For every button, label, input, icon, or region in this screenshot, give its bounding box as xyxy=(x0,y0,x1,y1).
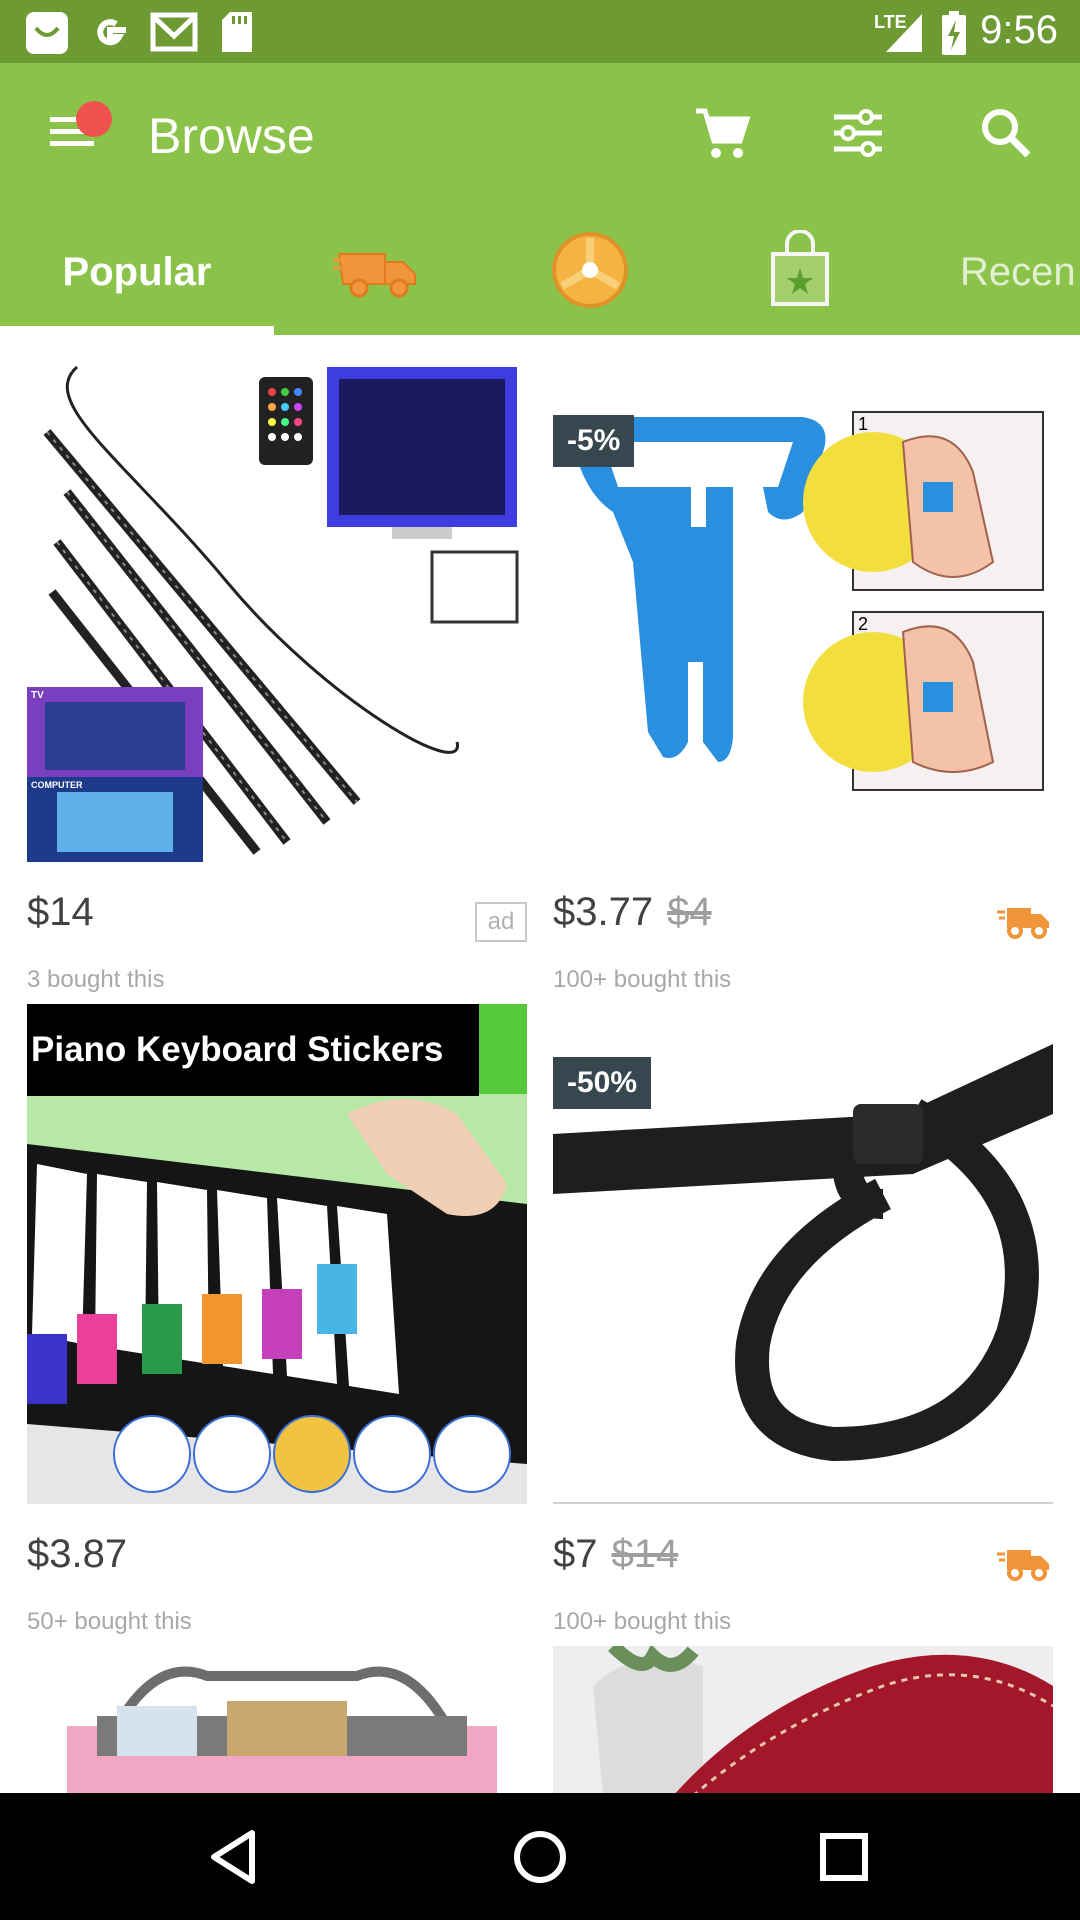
original-price: $14 xyxy=(611,1532,679,1576)
ad-badge: ad xyxy=(475,902,527,942)
price: $3.77 $4 xyxy=(553,890,712,935)
search-button[interactable] xyxy=(974,103,1038,167)
navigation-bar xyxy=(0,1793,1080,1920)
category-tabs: Popular Recen xyxy=(0,209,1080,335)
product-image: TV COMPUTER xyxy=(27,362,527,862)
discount-badge: -5% xyxy=(553,415,635,467)
tab-fast-delivery[interactable] xyxy=(308,209,448,335)
product-grid: TV COMPUTER $14 ad 3 bought this 1 2 -5%… xyxy=(0,335,1080,1793)
tab-label: Recen xyxy=(960,249,1076,294)
fast-delivery-truck-icon xyxy=(997,1542,1053,1587)
current-price: $3.77 xyxy=(553,890,654,934)
product-image xyxy=(553,1646,1053,1793)
home-icon xyxy=(504,1831,576,1897)
search-icon xyxy=(976,103,1036,168)
app-toolbar: Browse xyxy=(0,63,1080,209)
product-card[interactable]: Piano Keyboard Stickers $3.87 50+ bought… xyxy=(27,1004,527,1644)
recents-icon xyxy=(808,1833,880,1897)
battery-charging-icon xyxy=(940,10,968,61)
price: $7 $14 xyxy=(553,1532,678,1577)
purchase-count: 100+ bought this xyxy=(553,966,732,993)
purchase-count: 100+ bought this xyxy=(553,1608,732,1635)
back-icon xyxy=(200,1830,272,1897)
shopping-bag-star-icon xyxy=(765,228,835,315)
fast-delivery-truck-icon xyxy=(333,240,423,305)
discount-badge: -50% xyxy=(553,1057,652,1109)
image-banner: Piano Keyboard Stickers xyxy=(27,1004,479,1096)
status-bar: LTE 9:56 xyxy=(0,0,1080,63)
price: $14 xyxy=(27,890,94,935)
app-notification-icon xyxy=(24,10,70,61)
purchase-count: 3 bought this xyxy=(27,966,165,993)
home-button[interactable] xyxy=(504,1821,576,1893)
cart-button[interactable] xyxy=(690,103,754,167)
clock: 9:56 xyxy=(980,8,1058,52)
tab-wheel[interactable] xyxy=(520,209,660,335)
menu-button[interactable] xyxy=(40,101,112,165)
current-price: $14 xyxy=(27,890,94,934)
product-image: Piano Keyboard Stickers xyxy=(27,1004,527,1504)
price: $3.87 xyxy=(27,1532,127,1577)
google-icon xyxy=(88,10,132,61)
image-text-tv: TV xyxy=(31,690,44,701)
product-card[interactable]: TV COMPUTER $14 ad 3 bought this xyxy=(27,362,527,1002)
product-card[interactable] xyxy=(553,1646,1053,1793)
tab-shopping-bag[interactable] xyxy=(730,209,870,335)
sd-card-icon xyxy=(220,10,254,59)
product-card[interactable]: 1 2 -5% $3.77 $4 100+ bought this xyxy=(553,362,1053,1002)
fast-delivery-truck-icon xyxy=(997,900,1053,945)
tab-popular[interactable]: Popular xyxy=(0,209,274,335)
tab-indicator xyxy=(0,326,274,335)
filter-icon xyxy=(828,103,888,168)
product-image xyxy=(27,1646,527,1793)
image-text-step1: 1 xyxy=(858,414,869,434)
original-price: $4 xyxy=(667,890,712,934)
filter-button[interactable] xyxy=(826,103,890,167)
image-text-step2: 2 xyxy=(858,614,869,634)
product-card[interactable]: -50% $7 $14 100+ bought this xyxy=(553,1004,1053,1644)
recents-button[interactable] xyxy=(808,1821,880,1893)
purchase-count: 50+ bought this xyxy=(27,1608,192,1635)
page-title: Browse xyxy=(148,108,315,164)
notification-dot xyxy=(76,101,112,137)
tab-label: Popular xyxy=(62,249,212,294)
wheel-icon xyxy=(550,230,630,315)
current-price: $3.87 xyxy=(27,1532,128,1576)
gmail-icon xyxy=(150,10,198,59)
current-price: $7 xyxy=(553,1532,598,1576)
back-button[interactable] xyxy=(200,1821,272,1893)
signal-icon xyxy=(884,10,924,59)
image-text-computer: COMPUTER xyxy=(31,780,83,790)
product-card[interactable] xyxy=(27,1646,527,1793)
cart-icon xyxy=(692,103,752,168)
tab-recent[interactable]: Recen xyxy=(960,209,1080,335)
